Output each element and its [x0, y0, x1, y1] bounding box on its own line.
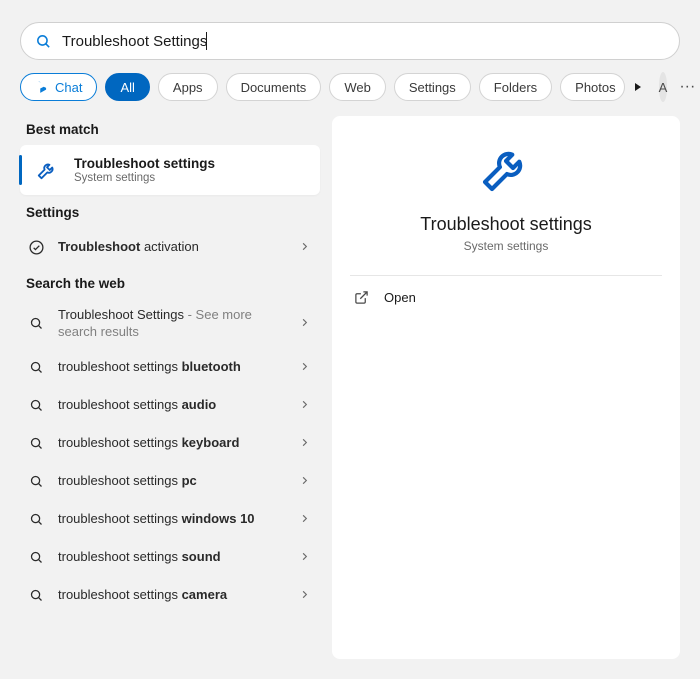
chevron-right-icon	[299, 512, 310, 527]
chevron-right-icon	[299, 550, 310, 565]
check-circle-icon	[26, 239, 46, 256]
preview-title: Troubleshoot settings	[332, 214, 680, 235]
tab-photos[interactable]: Photos	[560, 73, 624, 101]
chevron-right-icon	[299, 398, 310, 413]
search-icon	[26, 316, 46, 331]
result-label: troubleshoot settings bluetooth	[58, 359, 287, 376]
section-best-match: Best match	[20, 112, 320, 145]
web-result-4[interactable]: troubleshoot settings pc	[20, 463, 320, 501]
search-text[interactable]: Troubleshoot Settings	[62, 33, 207, 50]
result-label: Troubleshoot Settings - See more search …	[58, 307, 287, 341]
chevron-right-icon	[299, 474, 310, 489]
chevron-right-icon	[299, 588, 310, 603]
open-action[interactable]: Open	[332, 276, 680, 319]
search-icon	[26, 474, 46, 489]
tabs-scroll-right[interactable]	[633, 80, 643, 95]
section-web: Search the web	[20, 266, 320, 299]
web-result-5[interactable]: troubleshoot settings windows 10	[20, 501, 320, 539]
account-avatar[interactable]: A	[659, 72, 668, 102]
tab-all[interactable]: All	[105, 73, 149, 101]
open-external-icon	[354, 290, 370, 305]
web-result-7[interactable]: troubleshoot settings camera	[20, 577, 320, 615]
bing-chat-icon	[35, 80, 49, 94]
section-settings: Settings	[20, 195, 320, 228]
search-icon	[26, 360, 46, 375]
search-bar[interactable]: Troubleshoot Settings	[20, 22, 680, 60]
text-cursor	[206, 32, 207, 50]
chevron-right-icon	[299, 240, 310, 255]
tab-folders[interactable]: Folders	[479, 73, 552, 101]
wrench-icon	[32, 155, 62, 185]
tab-web[interactable]: Web	[329, 73, 386, 101]
tab-apps[interactable]: Apps	[158, 73, 218, 101]
tab-documents[interactable]: Documents	[226, 73, 322, 101]
result-label: troubleshoot settings windows 10	[58, 511, 287, 528]
tab-settings[interactable]: Settings	[394, 73, 471, 101]
result-label: troubleshoot settings sound	[58, 549, 287, 566]
search-icon	[26, 436, 46, 451]
settings-result-activation[interactable]: Troubleshoot activation	[20, 228, 320, 266]
web-result-0[interactable]: Troubleshoot Settings - See more search …	[20, 299, 320, 349]
result-label: troubleshoot settings audio	[58, 397, 287, 414]
chevron-right-icon	[299, 316, 310, 331]
best-match-result[interactable]: Troubleshoot settings System settings	[20, 145, 320, 195]
preview-subtitle: System settings	[332, 239, 680, 253]
result-label: troubleshoot settings keyboard	[58, 435, 287, 452]
best-match-title: Troubleshoot settings	[74, 156, 215, 171]
web-result-3[interactable]: troubleshoot settings keyboard	[20, 425, 320, 463]
search-icon	[26, 512, 46, 527]
search-icon	[35, 33, 52, 50]
web-result-1[interactable]: troubleshoot settings bluetooth	[20, 349, 320, 387]
triangle-right-icon	[633, 82, 643, 92]
chevron-right-icon	[299, 360, 310, 375]
more-options[interactable]: ···	[675, 78, 699, 96]
search-icon	[26, 588, 46, 603]
results-panel: Best match Troubleshoot settings System …	[0, 112, 320, 659]
filter-tabs: Chat All Apps Documents Web Settings Fol…	[0, 60, 700, 112]
result-label: troubleshoot settings camera	[58, 587, 287, 604]
web-result-6[interactable]: troubleshoot settings sound	[20, 539, 320, 577]
best-match-subtitle: System settings	[74, 172, 215, 184]
tab-chat[interactable]: Chat	[20, 73, 97, 101]
search-icon	[26, 550, 46, 565]
chevron-right-icon	[299, 436, 310, 451]
search-icon	[26, 398, 46, 413]
web-result-2[interactable]: troubleshoot settings audio	[20, 387, 320, 425]
wrench-icon	[332, 140, 680, 196]
open-label: Open	[384, 290, 416, 305]
result-label: Troubleshoot activation	[58, 239, 287, 256]
result-label: troubleshoot settings pc	[58, 473, 287, 490]
preview-panel: Troubleshoot settings System settings Op…	[332, 116, 680, 659]
